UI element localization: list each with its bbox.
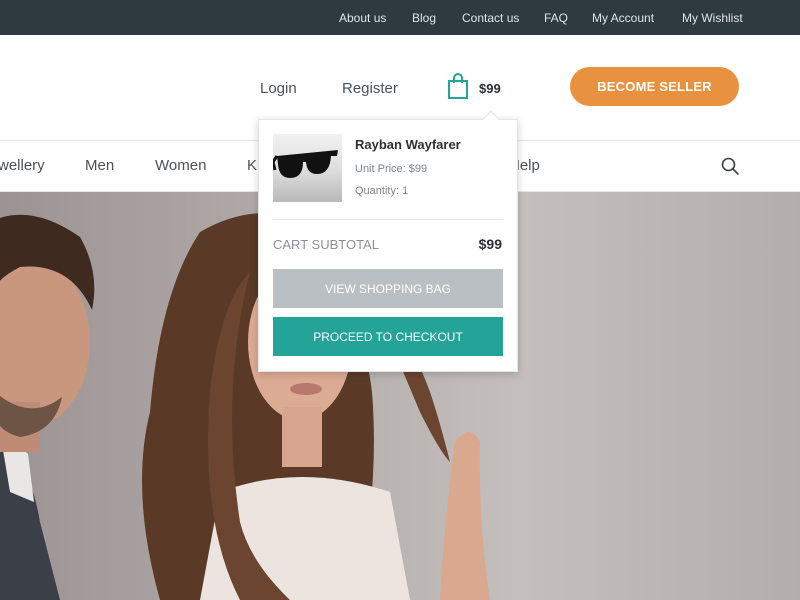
product-unit-price: Unit Price: $99 <box>355 163 428 175</box>
link-contact-us[interactable]: Contact us <box>462 11 519 25</box>
link-my-wishlist[interactable]: My Wishlist <box>682 11 743 25</box>
product-thumbnail[interactable] <box>273 134 342 202</box>
nav-item-jewellery[interactable]: wellery <box>0 157 45 174</box>
product-quantity: Quantity: 1 <box>355 185 409 197</box>
cart-subtotal-value: $99 <box>478 236 502 252</box>
cart-total[interactable]: $99 <box>479 81 501 96</box>
sunglasses-icon <box>273 150 338 178</box>
proceed-to-checkout-button[interactable]: PROCEED TO CHECKOUT <box>273 317 503 356</box>
link-my-account[interactable]: My Account <box>592 11 654 25</box>
divider <box>273 219 503 220</box>
cart-subtotal-label: CART SUBTOTAL <box>273 237 379 252</box>
shopping-bag-icon[interactable] <box>447 73 469 99</box>
search-icon[interactable] <box>720 156 740 176</box>
link-faq[interactable]: FAQ <box>544 11 568 25</box>
register-link[interactable]: Register <box>342 80 398 97</box>
become-seller-button[interactable]: BECOME SELLER <box>570 67 739 106</box>
nav-item-women[interactable]: Women <box>155 157 206 174</box>
link-blog[interactable]: Blog <box>412 11 436 25</box>
nav-item-men[interactable]: Men <box>85 157 114 174</box>
view-shopping-bag-button[interactable]: VIEW SHOPPING BAG <box>273 269 503 308</box>
login-link[interactable]: Login <box>260 80 297 97</box>
cart-dropdown: Rayban Wayfarer Unit Price: $99 Quantity… <box>258 110 518 372</box>
product-name[interactable]: Rayban Wayfarer <box>355 137 461 152</box>
top-utility-bar: About us Blog Contact us FAQ My Account … <box>0 0 800 35</box>
link-about-us[interactable]: About us <box>339 11 386 25</box>
